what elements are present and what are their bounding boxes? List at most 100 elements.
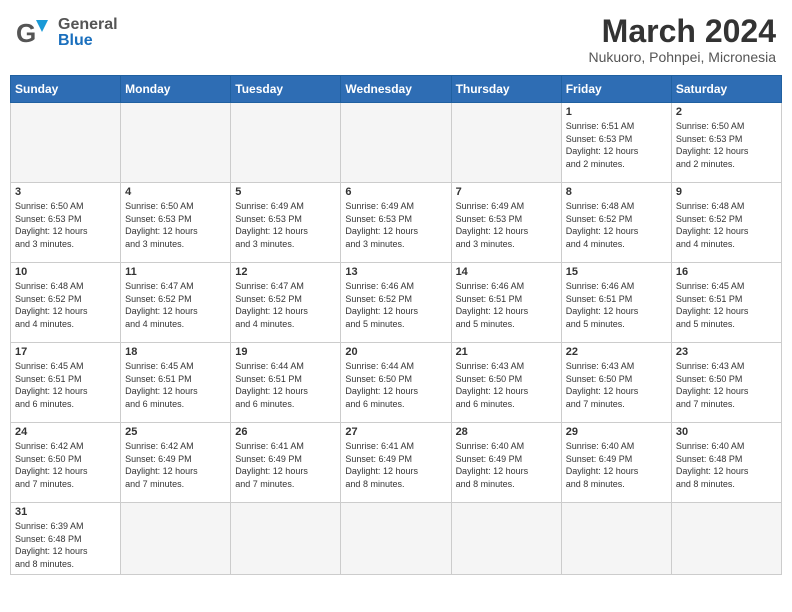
calendar-day-cell: 26Sunrise: 6:41 AM Sunset: 6:49 PM Dayli… [231,423,341,503]
calendar-day-cell: 3Sunrise: 6:50 AM Sunset: 6:53 PM Daylig… [11,183,121,263]
day-number: 9 [676,186,777,198]
day-info: Sunrise: 6:42 AM Sunset: 6:50 PM Dayligh… [15,440,116,490]
calendar-day-cell [341,103,451,183]
day-number: 7 [456,186,557,198]
day-number: 16 [676,266,777,278]
calendar-day-cell [671,503,781,574]
day-info: Sunrise: 6:40 AM Sunset: 6:49 PM Dayligh… [566,440,667,490]
calendar-day-cell: 7 Sunrise: 6:49 AM Sunset: 6:53 PM Daylig… [451,183,561,263]
calendar-day-cell: 20Sunrise: 6:44 AM Sunset: 6:50 PM Dayli… [341,343,451,423]
calendar-week-row: 17 Sunrise: 6:45 AM Sunset: 6:51 PM Dayli… [11,343,782,423]
calendar-day-cell [121,503,231,574]
day-info: Sunrise: 6:51 AM Sunset: 6:53 PM Dayligh… [566,120,667,170]
svg-text:G: G [16,18,36,48]
calendar-day-cell: 30 Sunrise: 6:40 AM Sunset: 6:48 PM Dayli… [671,423,781,503]
day-number: 1 [566,106,667,118]
day-number: 4 [125,186,226,198]
calendar-day-cell: 2Sunrise: 6:50 AM Sunset: 6:53 PM Daylig… [671,103,781,183]
calendar-day-cell [341,503,451,574]
calendar-day-cell: 13 Sunrise: 6:46 AM Sunset: 6:52 PM Dayli… [341,263,451,343]
day-number: 12 [235,266,336,278]
weekday-header-wednesday: Wednesday [341,76,451,103]
calendar-day-cell: 15 Sunrise: 6:46 AM Sunset: 6:51 PM Dayli… [561,263,671,343]
day-number: 8 [566,186,667,198]
day-info: Sunrise: 6:49 AM Sunset: 6:53 PM Dayligh… [456,200,557,250]
day-info: Sunrise: 6:50 AM Sunset: 6:53 PM Dayligh… [125,200,226,250]
day-number: 17 [15,346,116,358]
calendar-day-cell: 10Sunrise: 6:48 AM Sunset: 6:52 PM Dayli… [11,263,121,343]
day-info: Sunrise: 6:46 AM Sunset: 6:52 PM Dayligh… [345,280,446,330]
location-title: Nukuoro, Pohnpei, Micronesia [588,49,776,65]
day-number: 13 [345,266,446,278]
calendar-day-cell [451,503,561,574]
calendar-day-cell: 14 Sunrise: 6:46 AM Sunset: 6:51 PM Dayli… [451,263,561,343]
calendar-day-cell [451,103,561,183]
day-number: 3 [15,186,116,198]
day-info: Sunrise: 6:45 AM Sunset: 6:51 PM Dayligh… [676,280,777,330]
day-number: 21 [456,346,557,358]
day-info: Sunrise: 6:40 AM Sunset: 6:48 PM Dayligh… [676,440,777,490]
day-number: 19 [235,346,336,358]
calendar-day-cell: 5 Sunrise: 6:49 AM Sunset: 6:53 PM Daylig… [231,183,341,263]
calendar-week-row: 10Sunrise: 6:48 AM Sunset: 6:52 PM Dayli… [11,263,782,343]
calendar-week-row: 31Sunrise: 6:39 AM Sunset: 6:48 PM Dayli… [11,503,782,574]
day-info: Sunrise: 6:42 AM Sunset: 6:49 PM Dayligh… [125,440,226,490]
day-info: Sunrise: 6:46 AM Sunset: 6:51 PM Dayligh… [566,280,667,330]
calendar-day-cell [231,503,341,574]
day-info: Sunrise: 6:41 AM Sunset: 6:49 PM Dayligh… [235,440,336,490]
day-info: Sunrise: 6:48 AM Sunset: 6:52 PM Dayligh… [676,200,777,250]
calendar-day-cell: 19 Sunrise: 6:44 AM Sunset: 6:51 PM Dayli… [231,343,341,423]
weekday-header-sunday: Sunday [11,76,121,103]
weekday-header-monday: Monday [121,76,231,103]
logo: G General Blue [16,14,118,52]
day-info: Sunrise: 6:46 AM Sunset: 6:51 PM Dayligh… [456,280,557,330]
calendar-day-cell: 18 Sunrise: 6:45 AM Sunset: 6:51 PM Dayli… [121,343,231,423]
day-info: Sunrise: 6:49 AM Sunset: 6:53 PM Dayligh… [235,200,336,250]
calendar-day-cell: 6Sunrise: 6:49 AM Sunset: 6:53 PM Daylig… [341,183,451,263]
calendar-day-cell [11,103,121,183]
day-info: Sunrise: 6:49 AM Sunset: 6:53 PM Dayligh… [345,200,446,250]
weekday-header-saturday: Saturday [671,76,781,103]
calendar-table: SundayMondayTuesdayWednesdayThursdayFrid… [10,75,782,574]
calendar-day-cell: 11Sunrise: 6:47 AM Sunset: 6:52 PM Dayli… [121,263,231,343]
calendar-day-cell: 25 Sunrise: 6:42 AM Sunset: 6:49 PM Dayli… [121,423,231,503]
day-number: 28 [456,426,557,438]
calendar-day-cell [231,103,341,183]
day-number: 15 [566,266,667,278]
calendar-day-cell: 27Sunrise: 6:41 AM Sunset: 6:49 PM Dayli… [341,423,451,503]
weekday-header-friday: Friday [561,76,671,103]
day-number: 23 [676,346,777,358]
day-number: 14 [456,266,557,278]
weekday-header-tuesday: Tuesday [231,76,341,103]
day-info: Sunrise: 6:44 AM Sunset: 6:51 PM Dayligh… [235,360,336,410]
calendar-day-cell: 29Sunrise: 6:40 AM Sunset: 6:49 PM Dayli… [561,423,671,503]
day-number: 10 [15,266,116,278]
day-number: 11 [125,266,226,278]
calendar-day-cell: 1 Sunrise: 6:51 AM Sunset: 6:53 PM Daylig… [561,103,671,183]
calendar-day-cell: 9 Sunrise: 6:48 AM Sunset: 6:52 PM Daylig… [671,183,781,263]
day-info: Sunrise: 6:45 AM Sunset: 6:51 PM Dayligh… [15,360,116,410]
day-info: Sunrise: 6:48 AM Sunset: 6:52 PM Dayligh… [566,200,667,250]
calendar-week-row: 24Sunrise: 6:42 AM Sunset: 6:50 PM Dayli… [11,423,782,503]
day-info: Sunrise: 6:50 AM Sunset: 6:53 PM Dayligh… [676,120,777,170]
calendar-day-cell [121,103,231,183]
logo-blue-text: Blue [58,32,118,50]
day-number: 18 [125,346,226,358]
day-info: Sunrise: 6:45 AM Sunset: 6:51 PM Dayligh… [125,360,226,410]
day-info: Sunrise: 6:43 AM Sunset: 6:50 PM Dayligh… [566,360,667,410]
day-info: Sunrise: 6:43 AM Sunset: 6:50 PM Dayligh… [456,360,557,410]
calendar-header: G General Blue March 2024 Nukuoro, Pohnp… [10,10,782,69]
day-number: 25 [125,426,226,438]
day-info: Sunrise: 6:44 AM Sunset: 6:50 PM Dayligh… [345,360,446,410]
day-number: 5 [235,186,336,198]
day-info: Sunrise: 6:43 AM Sunset: 6:50 PM Dayligh… [676,360,777,410]
day-number: 27 [345,426,446,438]
calendar-day-cell: 12Sunrise: 6:47 AM Sunset: 6:52 PM Dayli… [231,263,341,343]
calendar-day-cell: 16 Sunrise: 6:45 AM Sunset: 6:51 PM Dayli… [671,263,781,343]
day-number: 30 [676,426,777,438]
calendar-day-cell: 4 Sunrise: 6:50 AM Sunset: 6:53 PM Daylig… [121,183,231,263]
day-number: 31 [15,506,116,518]
calendar-day-cell: 17 Sunrise: 6:45 AM Sunset: 6:51 PM Dayli… [11,343,121,423]
calendar-day-cell: 8 Sunrise: 6:48 AM Sunset: 6:52 PM Daylig… [561,183,671,263]
title-area: March 2024 Nukuoro, Pohnpei, Micronesia [588,14,776,65]
